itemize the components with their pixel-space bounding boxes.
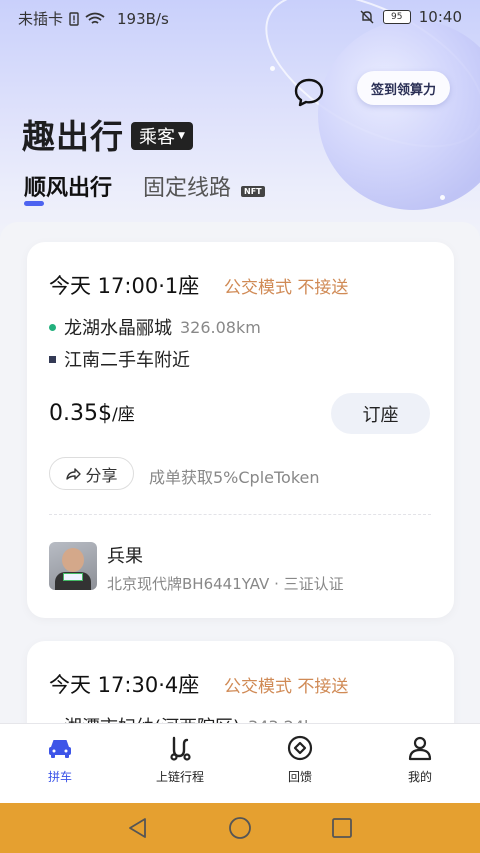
carrier-text: 未插卡 xyxy=(18,10,64,28)
back-icon[interactable] xyxy=(126,816,150,840)
feedback-icon xyxy=(287,735,313,761)
status-bar: 未插卡 193B/s 95 10:40 xyxy=(0,0,480,34)
driver-vehicle-info: 北京现代牌BH6441YAV · 三证认证 xyxy=(107,575,344,593)
tab-onchain-trips[interactable]: 上链行程 xyxy=(140,734,220,785)
tab-carpool[interactable]: 拼车 xyxy=(20,734,100,785)
destination-dot-icon xyxy=(49,355,56,363)
home-icon[interactable] xyxy=(228,816,252,840)
caret-down-icon: ▼ xyxy=(178,131,185,141)
origin-distance: 326.08km xyxy=(180,317,261,337)
destination-row: 江南二手车附近 xyxy=(49,346,190,372)
share-arrow-icon xyxy=(66,467,82,480)
origin-dot-icon xyxy=(49,323,56,331)
battery-icon: 95 xyxy=(382,10,411,24)
share-label: 分享 xyxy=(85,465,118,485)
book-seat-button[interactable]: 订座 xyxy=(331,393,430,434)
trip-card[interactable]: 今天 17:00·1座 公交模式 不接送 龙湖水晶郦城 326.08km 江南二… xyxy=(27,242,454,618)
role-switch-dropdown[interactable]: 乘客 ▼ xyxy=(131,122,193,150)
tab-carpool-label: 拼车 xyxy=(47,770,72,784)
sim-alert-icon xyxy=(69,11,79,26)
tab-profile-label: 我的 xyxy=(407,770,432,784)
destination-name: 江南二手车附近 xyxy=(64,350,190,371)
price-value: 0.35$ xyxy=(49,401,112,426)
person-icon xyxy=(408,736,432,761)
divider xyxy=(49,514,431,515)
tab-fixed-route[interactable]: 固定线路 xyxy=(143,170,231,202)
clock-text: 10:40 xyxy=(418,8,462,26)
origin-row: 龙湖水晶郦城 326.08km xyxy=(49,314,261,340)
message-icon[interactable] xyxy=(292,76,326,108)
share-button[interactable]: 分享 xyxy=(49,457,134,490)
driver-avatar[interactable] xyxy=(49,542,97,590)
wifi-icon xyxy=(85,12,105,24)
recents-icon[interactable] xyxy=(330,816,354,840)
trip-price: 0.35$/座 xyxy=(49,400,135,426)
sparkle-decoration xyxy=(440,195,445,200)
bottom-tab-bar: 拼车 上链行程 回馈 我的 xyxy=(0,723,480,803)
route-icon xyxy=(170,736,191,761)
mute-icon xyxy=(360,10,374,24)
tab-feedback-label: 回馈 xyxy=(287,770,312,784)
driver-name: 兵果 xyxy=(107,546,143,567)
network-speed-text: 193B/s xyxy=(117,9,169,28)
tab-feedback[interactable]: 回馈 xyxy=(260,734,340,785)
active-tab-indicator xyxy=(24,201,44,206)
tab-rideshare[interactable]: 顺风出行 xyxy=(24,170,112,202)
app-title: 趣出行 xyxy=(22,117,124,156)
tab-onchain-trips-label: 上链行程 xyxy=(155,770,204,784)
trip-mode: 公交模式 不接送 xyxy=(224,278,349,298)
origin-name: 龙湖水晶郦城 xyxy=(64,318,172,339)
share-reward-tip: 成单获取5%CpleToken xyxy=(149,468,320,487)
car-icon xyxy=(49,740,71,758)
system-nav-bar xyxy=(0,803,480,853)
trip-mode: 公交模式 不接送 xyxy=(224,677,349,697)
nft-badge: NFT xyxy=(241,186,265,197)
role-label: 乘客 xyxy=(139,127,175,148)
price-unit: /座 xyxy=(111,405,135,425)
sparkle-decoration xyxy=(270,66,275,71)
signin-reward-button[interactable]: 签到领算力 xyxy=(357,71,450,105)
trip-time-seats: 今天 17:00·1座 xyxy=(49,274,200,298)
tab-profile[interactable]: 我的 xyxy=(380,734,460,785)
trip-time-seats: 今天 17:30·4座 xyxy=(49,673,200,697)
